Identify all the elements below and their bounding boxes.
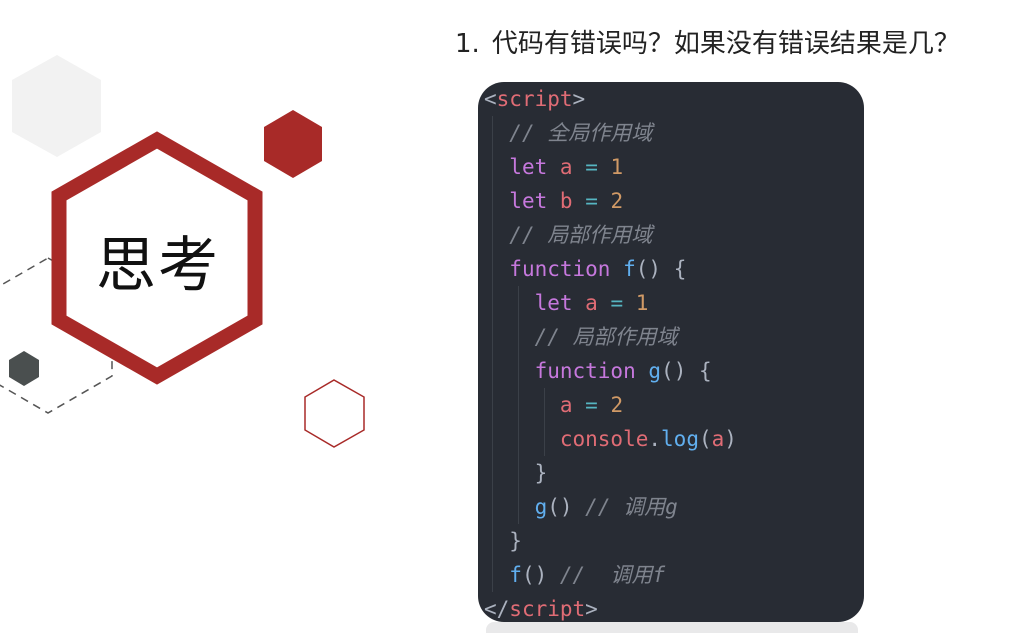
code-token: () bbox=[521, 563, 560, 587]
code-token: // 局部作用域 bbox=[534, 325, 678, 349]
code-line: function f() { bbox=[484, 252, 686, 286]
think-title: 思考 bbox=[96, 231, 220, 301]
code-token: g bbox=[534, 495, 548, 519]
code-line: f() // 调用f bbox=[484, 558, 665, 592]
question-number: 1. bbox=[455, 29, 480, 59]
code-line: let a = 1 bbox=[484, 286, 649, 320]
code-token: f bbox=[509, 563, 522, 587]
code-token: > bbox=[572, 87, 586, 111]
code-token: a bbox=[559, 393, 573, 417]
code-token: // 调用f bbox=[559, 563, 666, 587]
code-line: let a = 1 bbox=[484, 150, 623, 184]
code-line: a = 2 bbox=[484, 388, 623, 422]
code-token: g bbox=[648, 359, 662, 383]
code-token: > bbox=[585, 597, 598, 621]
next-code-block-edge bbox=[486, 622, 858, 633]
code-token: . bbox=[648, 427, 662, 451]
code-token: let bbox=[509, 189, 548, 213]
code-token: < bbox=[484, 87, 497, 111]
code-token: ( bbox=[698, 427, 712, 451]
code-line: g() // 调用g bbox=[484, 490, 678, 524]
code-token: // 全局作用域 bbox=[509, 121, 653, 145]
code-line: console.log(a) bbox=[484, 422, 737, 456]
hexagon-gray-icon bbox=[12, 55, 101, 157]
question-body: 代码有错误吗？如果没有错误结果是几？ bbox=[491, 29, 960, 59]
code-token: 1 bbox=[610, 155, 624, 179]
code-token: f bbox=[623, 257, 636, 281]
question-text: 1. 代码有错误吗？如果没有错误结果是几？ bbox=[455, 24, 960, 64]
hexagon-outline-red-icon bbox=[304, 379, 365, 448]
code-token: a bbox=[585, 291, 598, 315]
code-line: // 全局作用域 bbox=[484, 116, 652, 150]
code-token: = bbox=[610, 291, 624, 315]
code-token: // 调用g bbox=[585, 495, 678, 519]
code-token: log bbox=[661, 427, 699, 451]
code-token: script bbox=[509, 597, 586, 621]
code-token: b bbox=[559, 189, 573, 213]
code-token: } bbox=[484, 461, 548, 485]
code-token: let bbox=[534, 291, 573, 315]
code-token: </ bbox=[484, 597, 510, 621]
code-line: </script> bbox=[484, 592, 598, 622]
code-token: 1 bbox=[635, 291, 649, 315]
code-block: <script> // 全局作用域 let a = 1 let b = 2 //… bbox=[478, 82, 864, 622]
code-token: ) bbox=[724, 427, 737, 451]
code-token: 2 bbox=[610, 393, 624, 417]
code-token: = bbox=[585, 155, 598, 179]
code-line: <script> bbox=[484, 82, 585, 116]
code-line: // 局部作用域 bbox=[484, 218, 652, 252]
code-token: console bbox=[559, 427, 649, 451]
code-token: a bbox=[559, 155, 573, 179]
code-token: () { bbox=[635, 257, 687, 281]
code-line: // 局部作用域 bbox=[484, 320, 678, 354]
code-line: } bbox=[484, 524, 522, 558]
code-token: a bbox=[711, 427, 725, 451]
code-token: = bbox=[585, 189, 598, 213]
code-token: script bbox=[496, 87, 573, 111]
code-token: = bbox=[585, 393, 598, 417]
code-token: () bbox=[547, 495, 586, 519]
hexagon-red-filled-icon bbox=[264, 110, 322, 178]
code-token: () { bbox=[661, 359, 712, 383]
code-token: } bbox=[484, 529, 522, 553]
code-line: function g() { bbox=[484, 354, 712, 388]
hexagon-dark-icon bbox=[9, 351, 39, 386]
code-token: // 局部作用域 bbox=[509, 223, 653, 247]
code-line: } bbox=[484, 456, 548, 490]
code-token: let bbox=[509, 155, 548, 179]
code-token: 2 bbox=[610, 189, 624, 213]
code-line: let b = 2 bbox=[484, 184, 623, 218]
code-token: function bbox=[509, 257, 611, 281]
code-token: function bbox=[534, 359, 636, 383]
